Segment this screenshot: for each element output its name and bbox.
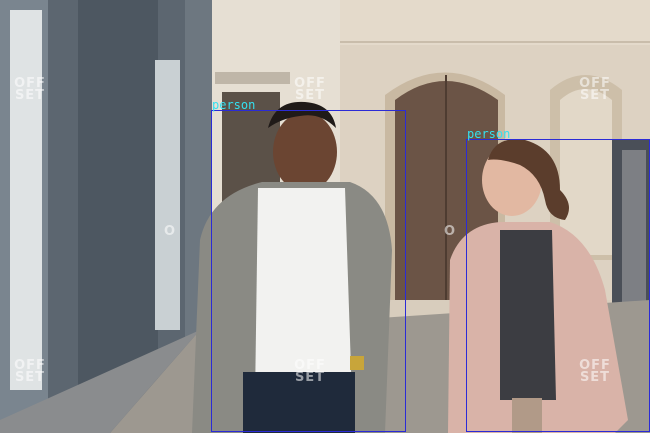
detection-label: person [212,98,256,112]
watermark: OFF SET [294,76,326,103]
watermark: OFF SET [14,76,46,103]
detection-label: person [467,127,511,141]
watermark-mark: O [163,224,177,239]
watermark-mark: O [443,224,457,239]
photo-scene: OFF SET OFF SET OFF SET O O OFF SET OFF SET O… [0,0,650,433]
watermark: OFF SET [14,358,46,385]
watermark: OFF SET [579,358,611,385]
watermark: OFF SET [294,358,326,385]
watermark: OFF SET [579,76,611,103]
